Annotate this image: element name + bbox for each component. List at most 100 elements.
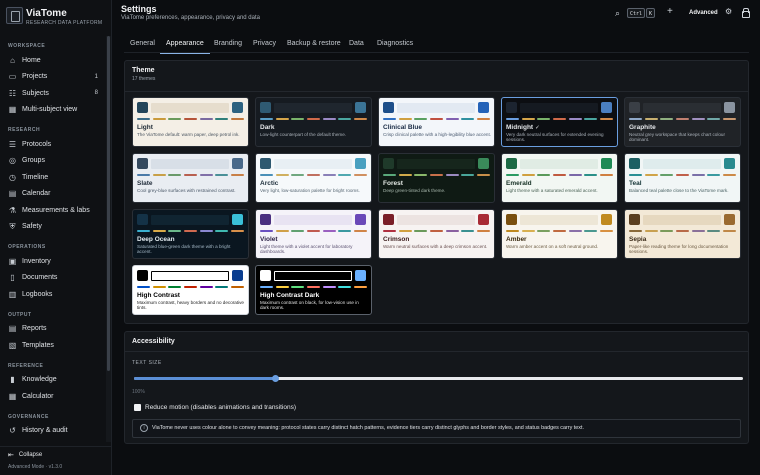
- lock-icon[interactable]: [741, 8, 750, 18]
- palette-stripe: [383, 230, 396, 232]
- theme-panel: Theme 17 themes Light The ViaTome default…: [124, 60, 749, 324]
- text-size-slider[interactable]: [134, 375, 743, 382]
- theme-name: Emerald: [506, 180, 532, 187]
- tab-general[interactable]: General: [130, 38, 155, 52]
- sidebar-item-projects[interactable]: ▭ Projects 1: [0, 69, 106, 86]
- theme-card-violet[interactable]: Violet Light theme with a violet accent f…: [255, 209, 372, 259]
- theme-card-crimson[interactable]: Crimson Warm neutral surfaces with a deep…: [378, 209, 495, 259]
- shield-icon: ⛨: [9, 221, 16, 231]
- sidebar-item-measurements-labs[interactable]: ⚗ Measurements & labs: [0, 202, 106, 219]
- collapse-button[interactable]: ⇤ Collapse: [8, 450, 42, 460]
- palette-stripe: [168, 230, 182, 232]
- sidebar-item-documents[interactable]: ▯ Documents: [0, 270, 106, 287]
- palette-stripe: [445, 118, 459, 120]
- theme-card-graphite[interactable]: Graphite Neutral grey workspace that keep…: [624, 97, 741, 147]
- history-icon: ↺: [9, 426, 16, 436]
- theme-swatch-accent: [232, 102, 243, 113]
- tab-data[interactable]: Data: [349, 38, 364, 52]
- reduce-motion-checkbox[interactable]: [134, 404, 141, 411]
- palette-stripe: [215, 286, 229, 288]
- theme-swatch-accent: [355, 270, 366, 281]
- sidebar-item-calculator[interactable]: ▦ Calculator: [0, 388, 106, 405]
- theme-name-text: Forest: [383, 180, 403, 187]
- theme-description: Paper-like reading theme for long docume…: [629, 244, 729, 255]
- sidebar-item-knowledge[interactable]: ▮ Knowledge: [0, 372, 106, 389]
- sidebar-scrollbar[interactable]: [106, 36, 111, 442]
- theme-name: Teal: [629, 180, 642, 187]
- sidebar-item-groups[interactable]: ◎ Groups: [0, 153, 106, 170]
- tab-diagnostics[interactable]: Diagnostics: [377, 38, 413, 52]
- sidebar-item-safety[interactable]: ⛨ Safety: [0, 219, 106, 236]
- search-icon[interactable]: ⌕: [615, 8, 620, 19]
- tab-backup-restore[interactable]: Backup & restore: [287, 38, 341, 52]
- sidebar-scroll-thumb[interactable]: [107, 36, 110, 371]
- theme-count: 17 themes: [132, 76, 156, 82]
- sidebar-footer: ⇤ Collapse Advanced Mode · v1.3.0: [0, 446, 112, 475]
- brand[interactable]: ViaTome RESEARCH DATA PLATFORM: [6, 7, 106, 29]
- theme-card-high-contrast-dark[interactable]: High Contrast Dark Maximum contrast on bl…: [255, 265, 372, 315]
- theme-card-arctic[interactable]: Arctic Very light, low-saturation palette…: [255, 153, 372, 203]
- theme-description: Saturated blue-green dark theme with a b…: [137, 244, 231, 255]
- accessibility-title: Accessibility: [132, 338, 175, 345]
- theme-card-sepia[interactable]: Sepia Paper-like reading theme for long d…: [624, 209, 741, 259]
- theme-card-forest[interactable]: Forest Deep green-tinted dark theme.: [378, 153, 495, 203]
- sidebar-item-inventory[interactable]: ▣ Inventory: [0, 253, 106, 270]
- palette-stripe: [152, 118, 166, 120]
- sidebar-item-logbooks[interactable]: ▥ Logbooks: [0, 286, 106, 303]
- sidebar-item-home[interactable]: ⌂ Home: [0, 52, 106, 69]
- logbook-icon: ▥: [8, 289, 17, 299]
- theme-swatch-accent: [355, 102, 366, 113]
- sidebar-item-calendar[interactable]: ▤ Calendar: [0, 186, 106, 203]
- palette-stripe: [215, 118, 229, 120]
- palette-stripe: [230, 230, 244, 232]
- info-icon: i: [140, 424, 148, 432]
- theme-card-midnight[interactable]: Midnight ✓ Very dark neutral surfaces for …: [501, 97, 618, 147]
- theme-name-text: Emerald: [506, 180, 532, 187]
- palette-stripe: [707, 118, 721, 120]
- theme-card-slate[interactable]: Slate Cool grey-blue surfaces with restra…: [132, 153, 249, 203]
- theme-swatch-accent: [601, 158, 612, 169]
- palette-stripe: [599, 174, 613, 176]
- theme-chart-palette: [137, 286, 244, 288]
- palette-stripe: [260, 118, 273, 120]
- theme-card-dark[interactable]: Dark Low-light counterpart of the default…: [255, 97, 372, 147]
- text-size-slider-thumb[interactable]: [271, 375, 279, 382]
- theme-card-teal[interactable]: Teal Balanced teal palette close to the V…: [624, 153, 741, 203]
- sidebar-item-templates[interactable]: ▧ Templates: [0, 337, 106, 354]
- theme-name-text: Clinical Blue: [383, 124, 423, 131]
- theme-card-deep-ocean[interactable]: Deep Ocean Saturated blue-green dark them…: [132, 209, 249, 259]
- sidebar-item-reports[interactable]: ▤ Reports: [0, 321, 106, 338]
- add-icon[interactable]: +: [667, 6, 673, 17]
- palette-stripe: [383, 118, 396, 120]
- theme-card-high-contrast[interactable]: High Contrast Maximum contrast, heavy bor…: [132, 265, 249, 315]
- sidebar-item-protocols[interactable]: ☰ Protocols: [0, 136, 106, 153]
- accessibility-divider: [125, 351, 748, 352]
- palette-stripe: [183, 286, 197, 288]
- theme-card-amber[interactable]: Amber Warm amber accent on a soft neutral…: [501, 209, 618, 259]
- sidebar-item-label: Measurements & labs: [22, 206, 90, 214]
- sidebar-item-label: Reports: [22, 325, 47, 333]
- flask-icon: ⚗: [8, 205, 17, 215]
- theme-swatch-primary: [137, 270, 148, 281]
- advanced-mode-button[interactable]: Advanced: [689, 10, 718, 16]
- tab-branding[interactable]: Branding: [214, 38, 242, 52]
- sidebar-item-subjects[interactable]: ☷ Subjects 8: [0, 85, 106, 102]
- sidebar-item-safety-disclaimers[interactable]: ⚠Safety & disclaimers: [0, 439, 106, 442]
- gear-icon[interactable]: ⚙: [725, 7, 732, 16]
- theme-card-light[interactable]: Light The ViaTome default: warm paper, de…: [132, 97, 249, 147]
- theme-card-clinical-blue[interactable]: Clinical Blue Crisp clinical palette with…: [378, 97, 495, 147]
- theme-card-emerald[interactable]: Emerald Light theme with a saturated emer…: [501, 153, 618, 203]
- sidebar-item-history-audit[interactable]: ↺ History & audit: [0, 423, 106, 440]
- theme-chart-palette: [137, 174, 244, 176]
- tab-privacy[interactable]: Privacy: [253, 38, 276, 52]
- palette-stripe: [537, 230, 551, 232]
- theme-name-text: High Contrast: [137, 292, 180, 299]
- palette-stripe: [398, 230, 412, 232]
- theme-swatch-primary: [629, 214, 640, 225]
- sidebar-item-count: 1: [94, 73, 98, 80]
- sidebar-item-timeline[interactable]: ◷ Timeline: [0, 169, 106, 186]
- sidebar-item-multi-subject-view[interactable]: ▦ Multi-subject view: [0, 102, 106, 119]
- palette-stripe: [584, 230, 598, 232]
- tab-appearance[interactable]: Appearance: [160, 38, 210, 54]
- reduce-motion-label[interactable]: Reduce motion (disables animations and t…: [145, 404, 296, 411]
